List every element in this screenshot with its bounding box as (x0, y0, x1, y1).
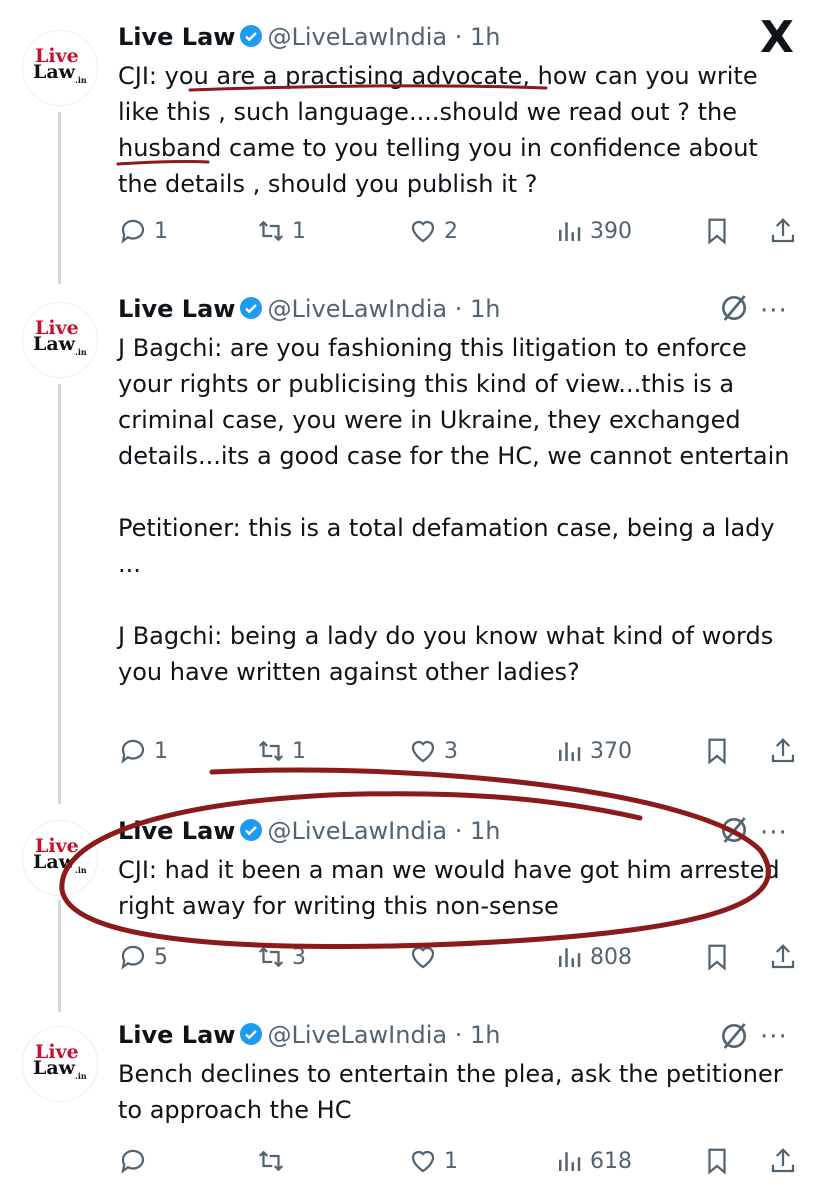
logo-law: Law.in (33, 61, 87, 85)
more-options-icon[interactable]: ··· (760, 1022, 788, 1052)
avatar[interactable]: Live Law.in (22, 30, 98, 106)
timestamp[interactable]: 1h (470, 23, 500, 51)
timestamp[interactable]: 1h (470, 817, 500, 845)
verified-badge-icon (239, 24, 263, 55)
tweet-text: J Bagchi: are you fashioning this litiga… (118, 334, 790, 686)
share-button[interactable] (768, 1144, 798, 1178)
share-icon (771, 944, 795, 969)
like-button[interactable]: 2 (408, 214, 458, 248)
reply-icon (121, 219, 145, 244)
like-button[interactable]: 1 (408, 1144, 458, 1178)
repost-icon (258, 946, 284, 968)
avatar[interactable]: Live Law.in (22, 302, 98, 378)
repost-button[interactable] (256, 1144, 292, 1178)
timestamp[interactable]: 1h (470, 295, 500, 323)
verified-badge-icon (239, 1022, 263, 1053)
repost-button[interactable]: 1 (256, 734, 306, 768)
bookmark-button[interactable] (702, 214, 732, 248)
repost-button[interactable]: 3 (256, 940, 306, 974)
verified-badge-icon (239, 818, 263, 849)
views-icon (559, 1152, 581, 1171)
thread-line (58, 112, 61, 284)
tweet-text: CJI: you are a practising advocate, how … (118, 62, 766, 198)
views-button[interactable]: 618 (554, 1144, 632, 1178)
author-name[interactable]: Live Law (118, 817, 235, 845)
tweet-text: CJI: had it been a man we would have got… (118, 856, 788, 920)
bookmark-icon (708, 944, 726, 971)
author-name[interactable]: Live Law (118, 1021, 235, 1049)
heart-icon (411, 740, 435, 763)
like-button[interactable] (408, 940, 444, 974)
grok-slash-icon[interactable] (718, 1020, 750, 1059)
views-button[interactable]: 808 (554, 940, 632, 974)
share-icon (771, 1148, 795, 1173)
reply-button[interactable]: 1 (118, 734, 168, 768)
grok-slash-icon[interactable] (718, 292, 750, 331)
author-handle[interactable]: @LiveLawIndia (267, 23, 447, 51)
views-button[interactable]: 390 (554, 214, 632, 248)
share-button[interactable] (768, 214, 798, 248)
reply-button[interactable]: 5 (118, 940, 168, 974)
reply-icon (121, 739, 145, 764)
grok-slash-icon[interactable] (718, 814, 750, 853)
avatar[interactable]: Live Law.in (22, 1026, 98, 1102)
tweet-actions: 5 3 808 (118, 940, 808, 974)
reply-icon (121, 945, 145, 970)
share-icon (771, 738, 795, 763)
heart-icon (411, 946, 435, 969)
tweet-actions: 1 618 (118, 1144, 808, 1178)
timestamp[interactable]: 1h (470, 1021, 500, 1049)
reply-button[interactable] (118, 1144, 154, 1178)
repost-icon (258, 740, 284, 762)
bookmark-icon (708, 218, 726, 245)
bookmark-button[interactable] (702, 940, 732, 974)
tweet-actions: 1 1 2 390 (118, 214, 808, 248)
repost-button[interactable]: 1 (256, 214, 306, 248)
share-button[interactable] (768, 734, 798, 768)
like-button[interactable]: 3 (408, 734, 458, 768)
share-icon (771, 218, 795, 243)
author-name[interactable]: Live Law (118, 295, 235, 323)
author-name[interactable]: Live Law (118, 23, 235, 51)
thread-line (58, 384, 61, 804)
avatar[interactable]: Live Law.in (22, 820, 98, 896)
tweet-text: Bench declines to entertain the plea, as… (118, 1060, 791, 1124)
logo-law: Law.in (33, 1057, 87, 1081)
share-button[interactable] (768, 940, 798, 974)
author-handle[interactable]: @LiveLawIndia (267, 295, 447, 323)
logo-law: Law.in (33, 333, 87, 357)
repost-icon (258, 1150, 284, 1172)
repost-icon (258, 220, 284, 242)
views-button[interactable]: 370 (554, 734, 632, 768)
bookmark-button[interactable] (702, 1144, 732, 1178)
author-handle[interactable]: @LiveLawIndia (267, 817, 447, 845)
heart-icon (411, 220, 435, 243)
more-options-icon[interactable]: ··· (760, 296, 788, 326)
tweet-header: Live Law @LiveLawIndia · 1h (118, 294, 501, 327)
x-logo-icon[interactable]: X (760, 14, 794, 62)
tweet-header: Live Law @LiveLawIndia · 1h (118, 816, 501, 849)
bookmark-icon (708, 738, 726, 765)
author-handle[interactable]: @LiveLawIndia (267, 1021, 447, 1049)
tweet-actions: 1 1 3 370 (118, 734, 808, 768)
views-icon (559, 222, 581, 241)
tweet-header: Live Law @LiveLawIndia · 1h (118, 22, 501, 55)
reply-button[interactable]: 1 (118, 214, 168, 248)
verified-badge-icon (239, 296, 263, 327)
tweet-header: Live Law @LiveLawIndia · 1h (118, 1020, 501, 1053)
views-icon (559, 948, 581, 967)
thread-line (58, 900, 61, 1012)
reply-icon (121, 1149, 145, 1174)
more-options-icon[interactable]: ··· (760, 818, 788, 848)
heart-icon (411, 1150, 435, 1173)
bookmark-button[interactable] (702, 734, 732, 768)
views-icon (559, 742, 581, 761)
bookmark-icon (708, 1148, 726, 1175)
logo-law: Law.in (33, 851, 87, 875)
